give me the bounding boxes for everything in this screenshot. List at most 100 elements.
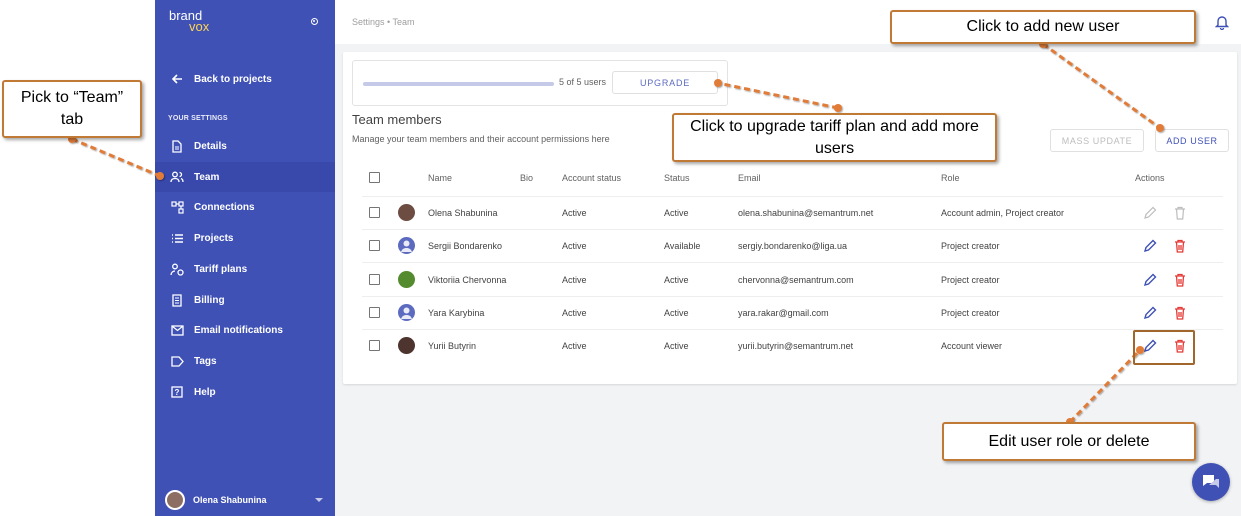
sidebar-item-label: Projects: [194, 232, 234, 244]
sidebar-item-connections[interactable]: Connections: [155, 192, 335, 222]
member-status: Active: [664, 308, 689, 318]
sidebar-toggle-icon[interactable]: [311, 18, 318, 25]
sidebar-item-tariff-plans[interactable]: Tariff plans: [155, 254, 335, 284]
callout-upgrade: Click to upgrade tariff plan and add mor…: [672, 113, 997, 162]
member-name: Sergii Bondarenko: [428, 241, 503, 251]
divider: [362, 262, 1223, 263]
member-name: Yurii Butyrin: [428, 341, 477, 351]
member-name: Viktoriia Chervonna: [428, 275, 507, 285]
edit-icon[interactable]: [1143, 306, 1157, 320]
callout-team-tab: Pick to “Team” tab: [2, 80, 142, 138]
member-role: Account admin, Project creator: [941, 208, 1065, 218]
member-email: chervonna@semantrum.com: [738, 275, 854, 285]
divider: [362, 229, 1223, 230]
upgrade-button[interactable]: UPGRADE: [612, 71, 718, 94]
default-avatar-icon: [398, 304, 415, 321]
pencil-icon: [1143, 206, 1157, 220]
brand-logo[interactable]: brand vox: [169, 9, 209, 33]
team-title: Team members: [352, 112, 442, 127]
member-status: Active: [664, 208, 689, 218]
member-account-status: Active: [562, 275, 587, 285]
divider: [362, 296, 1223, 297]
document-icon: [170, 139, 184, 153]
row-checkbox[interactable]: [369, 274, 380, 285]
header-status: Status: [664, 173, 690, 183]
chat-icon[interactable]: [1192, 463, 1230, 501]
member-account-status: Active: [562, 308, 587, 318]
member-name: Olena Shabunina: [428, 208, 498, 218]
edit-icon[interactable]: [1143, 273, 1157, 287]
divider: [362, 196, 1223, 197]
connections-icon: [170, 200, 184, 214]
user-name: Olena Shabunina: [193, 495, 267, 505]
sidebar-item-billing[interactable]: Billing: [155, 285, 335, 315]
member-role: Project creator: [941, 275, 1000, 285]
team-card: 5 of 5 users UPGRADE Team members Manage…: [343, 52, 1237, 384]
bell-icon[interactable]: [1214, 14, 1230, 31]
divider: [362, 329, 1223, 330]
member-name: Yara Karybina: [428, 308, 485, 318]
member-status: Available: [664, 241, 701, 251]
member-status: Active: [664, 341, 689, 351]
sidebar-item-label: Details: [194, 140, 227, 152]
sidebar-item-label: Email notifications: [194, 324, 283, 336]
row-checkbox[interactable]: [369, 240, 380, 251]
row-checkbox[interactable]: [369, 340, 380, 351]
delete-icon[interactable]: [1174, 239, 1188, 253]
sidebar-item-label: Team: [194, 171, 220, 183]
mass-update-button[interactable]: MASS UPDATE: [1050, 129, 1144, 152]
member-email: olena.shabunina@semantrum.net: [738, 208, 874, 218]
user-photo-avatar: [398, 204, 415, 221]
sidebar-item-label: Connections: [194, 201, 255, 213]
member-role: Project creator: [941, 241, 1000, 251]
usage-text: 5 of 5 users: [559, 77, 607, 87]
user-photo-avatar: [398, 271, 415, 288]
actions-highlight-box: [1133, 330, 1195, 365]
usage-panel: 5 of 5 users UPGRADE: [352, 60, 728, 106]
row-checkbox[interactable]: [369, 207, 380, 218]
back-to-projects-label: Back to projects: [194, 73, 272, 85]
team-subtitle: Manage your team members and their accou…: [352, 134, 610, 144]
sidebar-item-details[interactable]: Details: [155, 131, 335, 161]
row-checkbox[interactable]: [369, 307, 380, 318]
sidebar-item-help[interactable]: ? Help: [155, 377, 335, 407]
sidebar-item-projects[interactable]: Projects: [155, 223, 335, 253]
select-all-checkbox[interactable]: [369, 172, 380, 183]
sidebar-item-label: Tariff plans: [194, 263, 248, 275]
delete-icon[interactable]: [1174, 273, 1188, 287]
receipt-icon: [170, 293, 184, 307]
member-status: Active: [664, 275, 689, 285]
svg-text:?: ?: [175, 388, 180, 397]
member-role: Project creator: [941, 308, 1000, 318]
mail-icon: [170, 323, 184, 337]
chevron-down-icon[interactable]: [315, 498, 323, 502]
trash-icon: [1174, 206, 1188, 220]
arrow-team-tab: [71, 137, 161, 178]
user-menu[interactable]: Olena Shabunina: [155, 484, 335, 516]
sidebar-item-email-notifications[interactable]: Email notifications: [155, 315, 335, 345]
tag-icon: [170, 354, 184, 368]
member-account-status: Active: [562, 341, 587, 351]
header-name: Name: [428, 173, 453, 183]
back-to-projects-link[interactable]: Back to projects: [155, 64, 335, 94]
member-role: Account viewer: [941, 341, 1003, 351]
stage: brand vox Back to projects YOUR SETTINGS…: [0, 0, 1241, 516]
sidebar-item-label: Tags: [194, 355, 217, 367]
sidebar-item-team[interactable]: Team: [155, 162, 335, 192]
header-role: Role: [941, 173, 960, 183]
user-photo-avatar: [398, 337, 415, 354]
team-icon: [170, 170, 184, 184]
callout-add-user: Click to add new user: [890, 10, 1196, 44]
arrow-left-icon: [170, 72, 184, 86]
tariff-icon: [170, 262, 184, 276]
help-icon: ?: [170, 385, 184, 399]
header-account-status: Account status: [562, 173, 622, 183]
add-user-button[interactable]: ADD USER: [1155, 129, 1229, 152]
sidebar-item-tags[interactable]: Tags: [155, 346, 335, 376]
member-account-status: Active: [562, 208, 587, 218]
default-avatar-icon: [398, 237, 415, 254]
delete-icon[interactable]: [1174, 306, 1188, 320]
header-email: Email: [738, 173, 761, 183]
edit-icon[interactable]: [1143, 239, 1157, 253]
breadcrumb: Settings • Team: [352, 17, 415, 27]
